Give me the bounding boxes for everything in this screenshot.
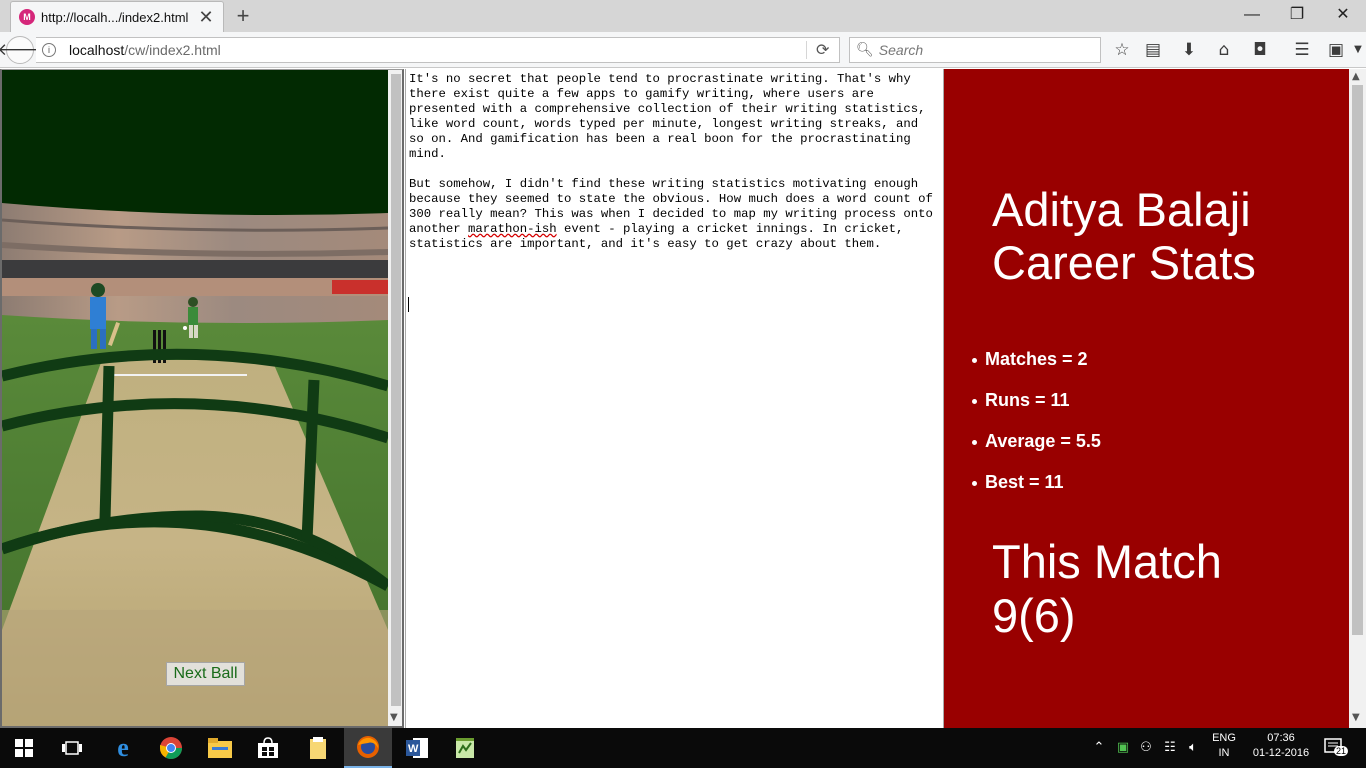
stat-runs: Runs = 11 xyxy=(972,390,1101,431)
volume-muted-icon[interactable]: 🔈︎ xyxy=(1185,740,1201,755)
minimize-button[interactable]: — xyxy=(1229,2,1275,28)
bullet-icon xyxy=(972,358,977,363)
search-input[interactable]: 🔍︎ Search xyxy=(849,37,1101,63)
show-hidden-icons-icon[interactable]: ⌃ xyxy=(1091,740,1107,755)
file-explorer-icon[interactable] xyxy=(196,728,244,768)
bullet-icon xyxy=(972,481,977,486)
this-match-score: 9(6) xyxy=(992,589,1076,642)
url-bar[interactable]: i localhost /cw/index2.html ⟳ xyxy=(36,37,840,63)
edge-icon[interactable]: e xyxy=(99,728,147,768)
career-stats-panel: Aditya Balaji Career Stats Matches = 2 R… xyxy=(944,69,1349,728)
stat-label: Runs = 11 xyxy=(985,390,1070,410)
addon-icon[interactable]: ▣ xyxy=(1325,40,1347,60)
text-caret xyxy=(408,297,409,312)
task-view-icon[interactable] xyxy=(48,728,96,768)
new-tab-button[interactable]: + xyxy=(233,3,253,29)
windows-taskbar: e W ⌃ ▣ ⚇ ☷ 🔈︎ ENG IN 07:36 01-12-2016 2… xyxy=(0,728,1366,768)
windows-start-icon[interactable] xyxy=(0,728,48,768)
advertising-board xyxy=(2,260,388,278)
wifi-icon[interactable]: ☷ xyxy=(1162,740,1178,755)
tab-active[interactable]: M http://localh.../index2.html ✕ xyxy=(10,1,224,32)
stat-matches: Matches = 2 xyxy=(972,349,1101,390)
search-icon: 🔍︎ xyxy=(856,42,874,58)
stat-label: Matches = 2 xyxy=(985,349,1088,369)
cricket-game-frame[interactable]: Next Ball ▼ xyxy=(0,69,404,728)
download-icon[interactable]: ⬇ xyxy=(1178,40,1200,60)
stat-best: Best = 11 xyxy=(972,472,1101,513)
stat-label: Best = 11 xyxy=(985,472,1064,492)
reader-list-icon[interactable]: ▤ xyxy=(1142,40,1164,60)
page-content: Next Ball ▼ It's no secret that people t… xyxy=(0,69,1366,728)
misspelled-word[interactable]: marathon-ish xyxy=(468,222,557,236)
back-button[interactable]: 🡐 xyxy=(0,36,43,64)
url-path: /cw/index2.html xyxy=(124,42,221,58)
svg-text:W: W xyxy=(408,743,419,755)
stat-average: Average = 5.5 xyxy=(972,431,1101,472)
game-scrollbar[interactable]: ▼ xyxy=(388,70,402,726)
language-indicator[interactable]: ENG IN xyxy=(1206,732,1242,759)
menu-icon[interactable]: ☰ xyxy=(1291,40,1313,60)
scroll-down-icon[interactable]: ▼ xyxy=(1352,712,1360,723)
tab-bar: M http://localh.../index2.html ✕ + — ❐ ✕ xyxy=(0,0,1366,32)
reload-icon[interactable]: ⟳ xyxy=(816,40,829,59)
close-window-button[interactable]: ✕ xyxy=(1320,2,1366,28)
clock-date: 01-12-2016 xyxy=(1252,747,1310,759)
search-placeholder: Search xyxy=(878,42,924,58)
page-scrollbar-thumb[interactable] xyxy=(1352,85,1363,635)
stats-list: Matches = 2 Runs = 11 Average = 5.5 Best… xyxy=(972,349,1101,513)
notepad-icon[interactable] xyxy=(441,728,489,768)
home-icon[interactable]: ⌂ xyxy=(1213,40,1235,60)
pocket-icon[interactable]: ◘ xyxy=(1249,40,1271,60)
action-center-icon[interactable]: 21 xyxy=(1324,738,1349,758)
editor-paragraph-2: But somehow, I didn't find these writing… xyxy=(409,177,940,252)
chrome-icon[interactable] xyxy=(147,728,195,768)
bullet-icon xyxy=(972,399,977,404)
chevron-down-icon[interactable]: ▼ xyxy=(1347,40,1366,60)
clock-time: 07:36 xyxy=(1267,732,1295,744)
next-ball-button[interactable]: Next Ball xyxy=(166,662,245,686)
cricket-scene[interactable] xyxy=(2,70,388,728)
navigation-bar: 🡐 i localhost /cw/index2.html ⟳ 🔍︎ Searc… xyxy=(0,32,1366,68)
maximize-button[interactable]: ❐ xyxy=(1274,2,1320,28)
editor-paragraph-1: It's no secret that people tend to procr… xyxy=(409,72,926,161)
this-match-title: This Match xyxy=(992,535,1222,588)
tab-favicon-icon: M xyxy=(19,9,35,25)
career-stats-title: Aditya Balaji Career Stats xyxy=(992,183,1256,289)
tab-close-icon[interactable]: ✕ xyxy=(197,7,215,28)
info-icon[interactable]: i xyxy=(42,43,56,57)
bookmark-star-icon[interactable]: ☆ xyxy=(1111,40,1133,60)
bullet-icon xyxy=(972,440,977,445)
firefox-icon[interactable] xyxy=(344,728,392,768)
folder-icon[interactable] xyxy=(294,728,342,768)
scroll-down-icon[interactable]: ▼ xyxy=(390,712,398,723)
game-scrollbar-thumb[interactable] xyxy=(391,74,401,706)
people-icon[interactable]: ⚇ xyxy=(1138,740,1154,755)
stat-label: Average = 5.5 xyxy=(985,431,1101,451)
word-icon[interactable]: W xyxy=(393,728,441,768)
tray-app-icon[interactable]: ▣ xyxy=(1115,740,1131,755)
scroll-up-icon[interactable]: ▲ xyxy=(1352,71,1360,82)
url-separator xyxy=(806,41,807,59)
page-scrollbar[interactable]: ▲ ▼ xyxy=(1349,69,1366,728)
tab-title: http://localh.../index2.html xyxy=(41,9,189,25)
notification-count-badge: 21 xyxy=(1334,746,1349,756)
clock[interactable]: 07:36 01-12-2016 xyxy=(1248,732,1314,759)
url-host: localhost xyxy=(69,42,125,58)
writing-textarea[interactable]: It's no secret that people tend to procr… xyxy=(405,69,1344,728)
store-icon[interactable] xyxy=(244,728,292,768)
